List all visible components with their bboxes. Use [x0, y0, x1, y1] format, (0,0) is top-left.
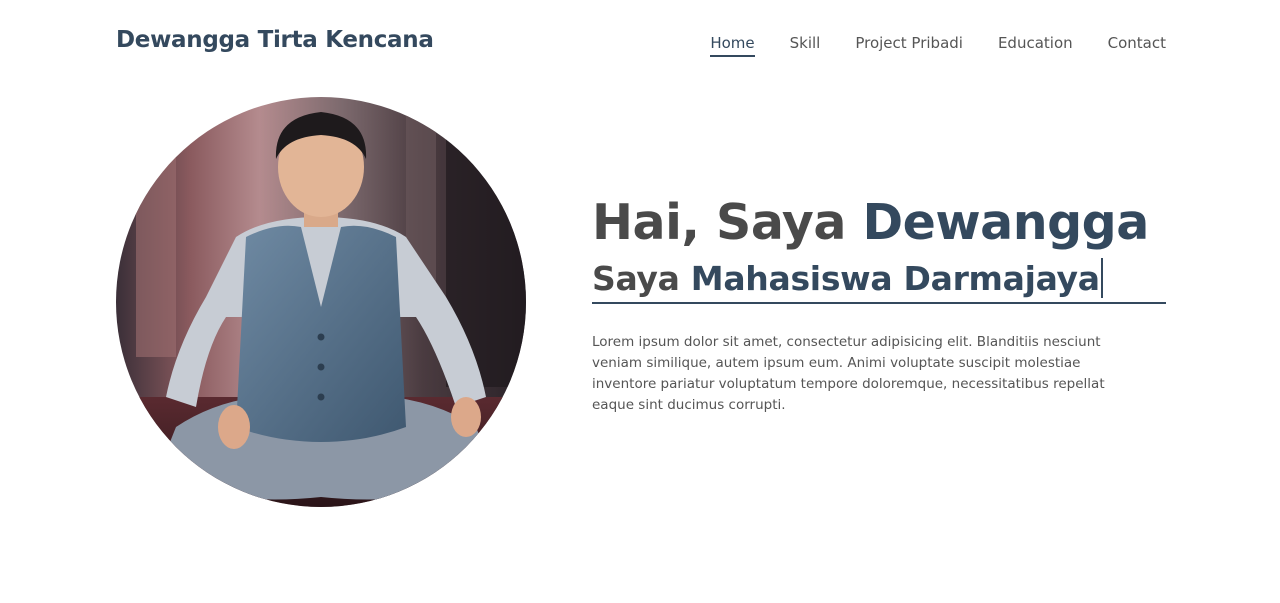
hero-role: Mahasiswa Darmajaya [690, 259, 1100, 298]
nav-skill[interactable]: Skill [790, 34, 821, 56]
hero-role-prefix: Saya [592, 259, 691, 298]
hero-description: Lorem ipsum dolor sit amet, consectetur … [592, 334, 1105, 413]
profile-photo [116, 97, 526, 507]
hero-section: Hai, Saya Dewangga Saya Mahasiswa Darmaj… [592, 190, 1166, 416]
nav-education[interactable]: Education [998, 34, 1073, 56]
site-brand[interactable]: Dewangga Tirta Kencana [116, 27, 434, 53]
hero-title: Hai, Saya Dewangga [592, 190, 1166, 256]
hero-subtitle: Saya Mahasiswa Darmajaya [592, 256, 1166, 304]
page: Dewangga Tirta Kencana Home Skill Projec… [0, 0, 1280, 603]
hero-name: Dewangga [862, 194, 1149, 251]
hero-greeting: Hai, Saya [592, 194, 863, 251]
profile-photo-illustration [116, 97, 526, 507]
nav-home[interactable]: Home [710, 34, 755, 57]
nav-project-pribadi[interactable]: Project Pribadi [855, 34, 963, 56]
typing-caret [1100, 258, 1103, 298]
nav-contact[interactable]: Contact [1108, 34, 1166, 56]
main-nav: Home Skill Project Pribadi Education Con… [710, 34, 1166, 57]
site-header: Dewangga Tirta Kencana Home Skill Projec… [116, 0, 1166, 86]
